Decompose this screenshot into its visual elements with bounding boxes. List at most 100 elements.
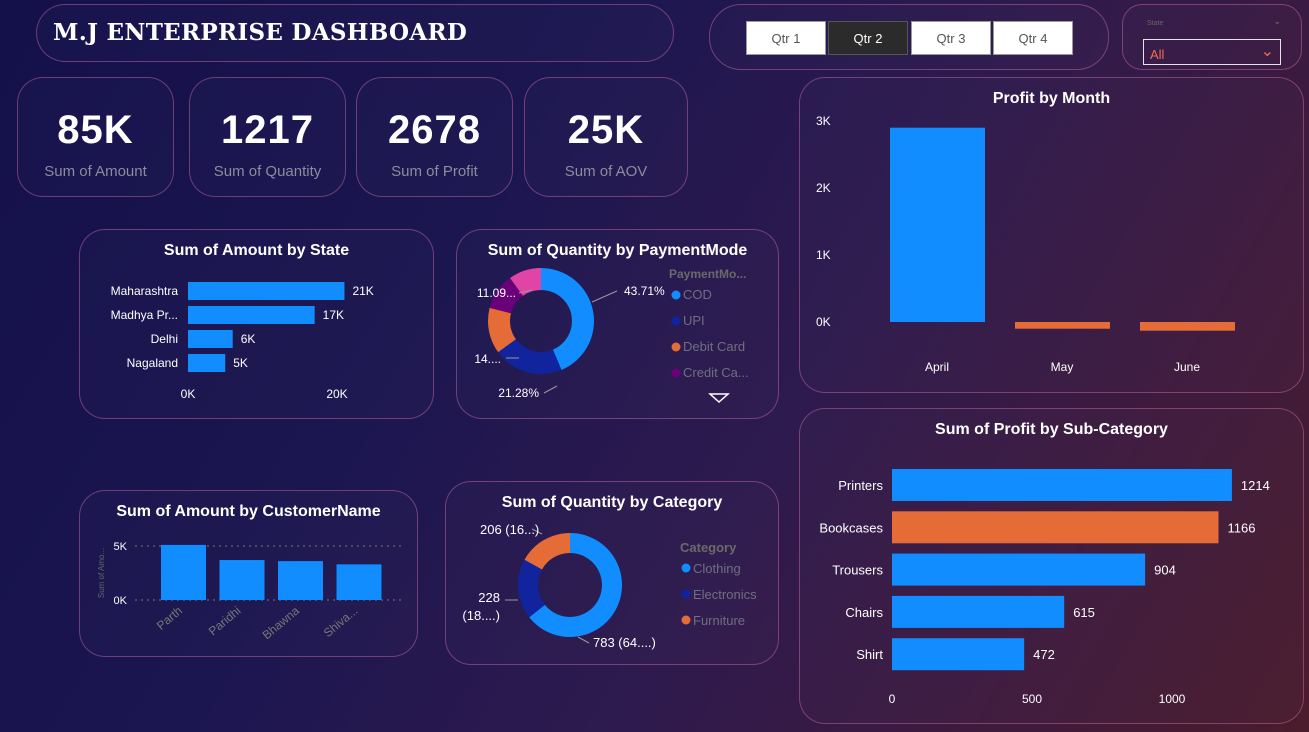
x-tick-label: 500	[1022, 692, 1042, 706]
subcategory-data-label: 1166	[1227, 520, 1255, 535]
month-bar	[1015, 322, 1110, 329]
subcategory-bar	[892, 511, 1219, 544]
qtr-3-button[interactable]: Qtr 3	[911, 21, 991, 55]
legend-label: Electronics	[693, 587, 757, 602]
legend-scroll-down-icon	[708, 393, 730, 404]
state-slicer: State ⌄ All ⌄	[1122, 4, 1302, 70]
subcategory-data-label: 904	[1154, 563, 1176, 578]
x-tick-label: 1000	[1159, 692, 1186, 706]
kpi-label: Sum of AOV	[564, 163, 648, 180]
amount-by-customername-card: Sum of Amount by CustomerName Sum of Amo…	[79, 490, 418, 657]
month-bar	[1140, 322, 1235, 331]
y-tick-label: 5K	[114, 541, 128, 553]
legend-marker	[671, 368, 681, 378]
kpi-value: 25K	[567, 108, 645, 152]
qtr-1-button[interactable]: Qtr 1	[746, 21, 826, 55]
donut-data-label: 43.71%	[624, 284, 665, 298]
profit-by-month-card: Profit by Month 3K 2K 1K 0K April May June	[799, 77, 1304, 393]
kpi-card-amount: 85K Sum of Amount	[17, 77, 174, 197]
state-axis-label: Delhi	[151, 332, 178, 346]
subcategory-bar	[892, 595, 1065, 628]
x-tick-label: May	[1051, 360, 1074, 374]
qtr-4-button[interactable]: Qtr 4	[993, 21, 1073, 55]
legend-label: UPI	[683, 313, 705, 328]
kpi-card-profit: 2678 Sum of Profit	[356, 77, 513, 197]
donut-data-label: 11.09...	[477, 286, 516, 300]
subcategory-bar	[892, 553, 1146, 586]
subcategory-axis-label: Bookcases	[819, 520, 883, 535]
x-tick-label: Bhawna	[260, 603, 302, 642]
subcategory-data-label: 472	[1033, 647, 1055, 662]
subcategory-bar	[892, 469, 1232, 501]
x-tick-label: June	[1174, 360, 1200, 374]
quantity-by-paymentmode-chart: 43.71% 21.28% 14.... 11.09... PaymentMo... CO…	[474, 267, 749, 404]
leader-line	[543, 385, 558, 394]
legend-label: Clothing	[693, 561, 741, 576]
amount-by-customername-chart: Sum of Amo... 5K 0K Parth Paridhi Bhawna Shiva…	[97, 541, 405, 642]
kpi-value: 2678	[388, 108, 481, 152]
state-slicer-label: State	[1147, 20, 1164, 27]
y-tick-label: 2K	[816, 181, 831, 195]
legend-marker	[671, 342, 681, 352]
subcategory-axis-label: Trousers	[832, 563, 883, 578]
legend-label: Credit Ca...	[683, 365, 749, 380]
legend-label: Debit Card	[683, 339, 745, 354]
kpi-label: Sum of Amount	[44, 163, 147, 180]
quarter-slicer: Qtr 1 Qtr 2 Qtr 3 Qtr 4	[709, 4, 1109, 70]
x-tick-label: 20K	[326, 387, 347, 401]
x-tick-label: April	[925, 360, 949, 374]
legend-marker	[671, 290, 681, 300]
x-tick-label: Parth	[154, 604, 185, 633]
donut-data-label: 21.28%	[498, 386, 539, 400]
legend-label: COD	[683, 287, 712, 302]
legend-marker	[681, 589, 691, 599]
donut-data-label: (18....)	[462, 608, 500, 623]
title-card: M.J ENTERPRISE DASHBOARD	[36, 4, 674, 62]
subcategory-axis-label: Printers	[838, 478, 883, 493]
quantity-by-category-chart: 783 (64....) 228 (18....) 206 (16...) Catego…	[462, 522, 757, 650]
leader-line	[577, 636, 590, 644]
state-data-label: 5K	[233, 356, 248, 370]
state-data-label: 17K	[323, 308, 344, 322]
state-data-label: 21K	[352, 284, 373, 298]
month-bar	[890, 127, 985, 322]
qtr-2-button[interactable]: Qtr 2	[828, 21, 908, 55]
legend-marker	[671, 316, 681, 326]
profit-by-subcategory-chart: Printers 1214 Bookcases 1166 Trousers 904 Chai…	[819, 469, 1270, 706]
subcategory-axis-label: Shirt	[856, 647, 883, 662]
state-bar	[188, 282, 345, 300]
quantity-by-category-card: Sum of Quantity by Category 783 (64....)…	[445, 481, 779, 665]
x-tick-label: 0	[889, 692, 896, 706]
state-axis-label: Maharashtra	[111, 284, 179, 298]
y-axis-title: Sum of Amo...	[97, 548, 106, 598]
state-dropdown[interactable]: All ⌄	[1143, 39, 1281, 65]
state-data-label: 6K	[241, 332, 256, 346]
kpi-card-quantity: 1217 Sum of Quantity	[189, 77, 346, 197]
x-tick-label: Shiva...	[321, 604, 361, 640]
amount-by-state-chart: Maharashtra 21K Madhya Pr... 17K Delhi 6K Naga…	[111, 282, 374, 401]
state-bar	[188, 354, 226, 372]
donut-data-label: 206 (16...)	[480, 522, 539, 537]
dashboard-title: M.J ENTERPRISE DASHBOARD	[53, 19, 468, 46]
legend-title: PaymentMo...	[669, 267, 746, 281]
subcategory-axis-label: Chairs	[845, 605, 883, 620]
quantity-by-paymentmode-card: Sum of Quantity by PaymentMode 43.71% 21.…	[456, 229, 779, 419]
legend-marker	[681, 563, 691, 573]
y-tick-label: 0K	[114, 595, 128, 607]
customer-bar	[278, 561, 323, 600]
state-dropdown-value: All	[1150, 47, 1165, 62]
kpi-value: 85K	[57, 108, 134, 152]
dropdown-arrow-icon: ⌄	[1260, 43, 1274, 60]
kpi-label: Sum of Quantity	[213, 163, 322, 180]
chevron-down-icon[interactable]: ⌄	[1273, 16, 1281, 27]
kpi-card-aov: 25K Sum of AOV	[524, 77, 688, 197]
donut-data-label: 14....	[474, 352, 501, 366]
x-tick-label: Paridhi	[206, 604, 244, 639]
legend-title: Category	[680, 540, 737, 555]
profit-by-subcategory-card: Sum of Profit by Sub-Category Printers 12…	[799, 408, 1304, 724]
customer-bar	[161, 544, 206, 600]
subcategory-data-label: 1214	[1241, 478, 1270, 493]
profit-by-month-chart: 3K 2K 1K 0K April May June	[816, 114, 1235, 374]
y-tick-label: 1K	[816, 248, 831, 262]
amount-by-state-card: Sum of Amount by State Maharashtra 21K Mad…	[79, 229, 434, 419]
